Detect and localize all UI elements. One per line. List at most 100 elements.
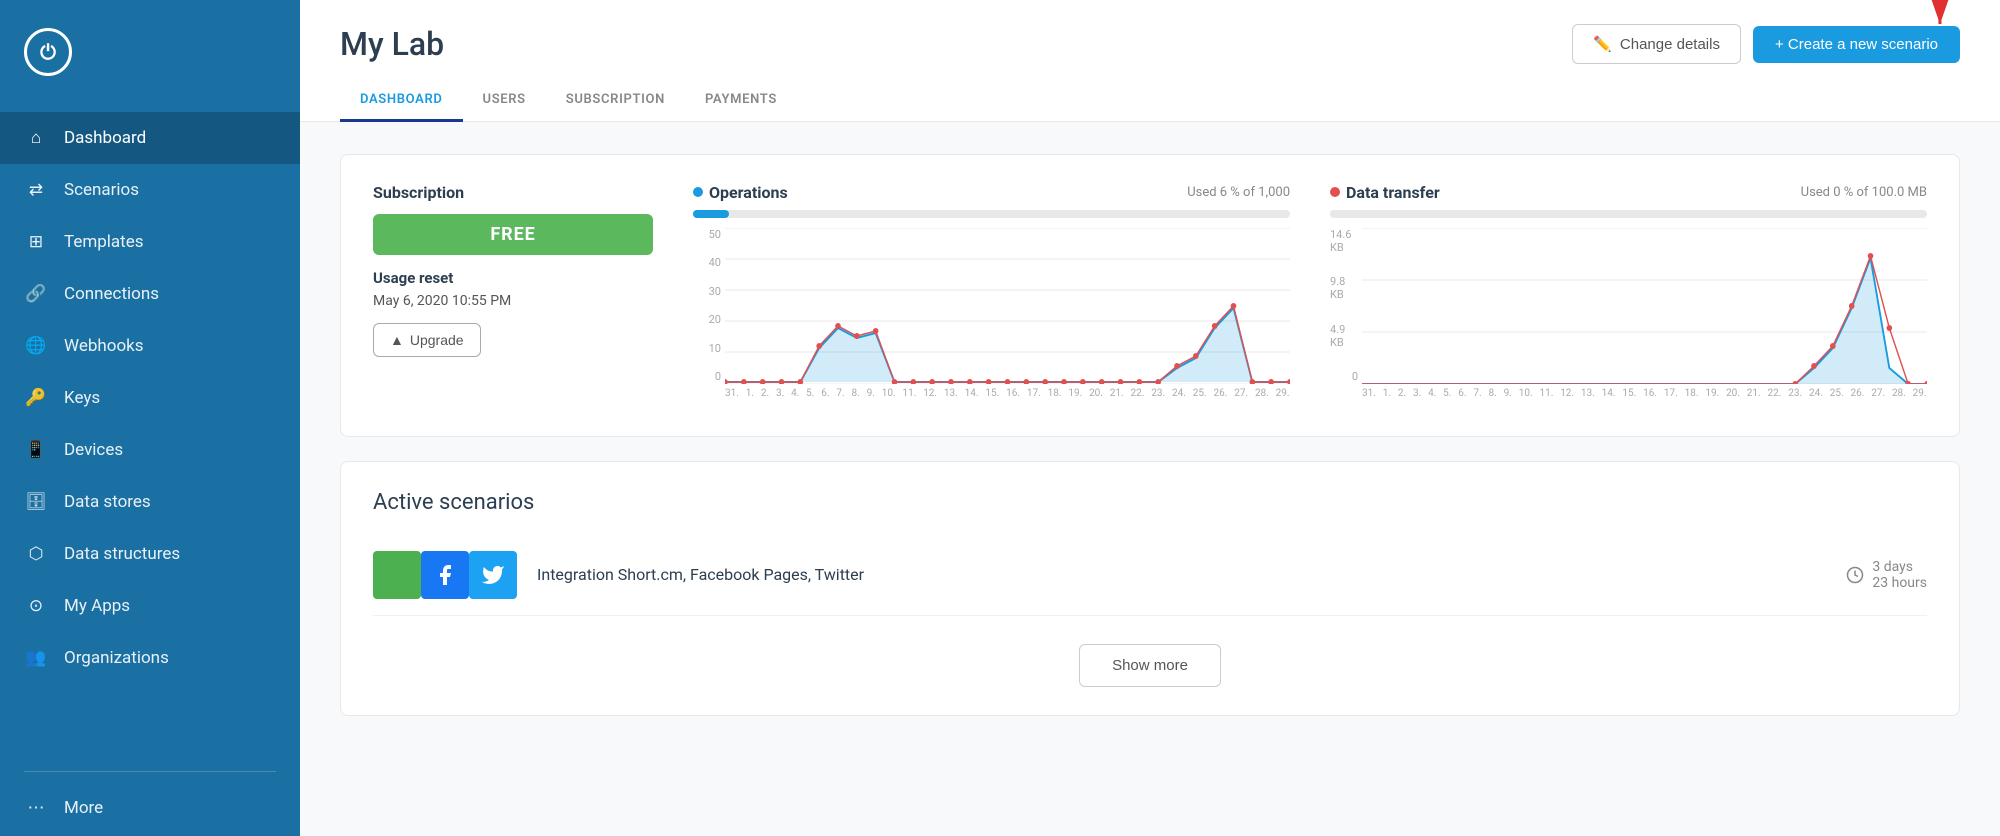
devices-nav-icon: 📱 [24,438,48,462]
tab-users[interactable]: USERS [463,80,546,122]
sidebar-item-label-dashboard: Dashboard [64,128,146,148]
data-transfer-x-labels: 31.1.2.3.4.5.6.7.8.9.10.11.12.13.14.15.1… [1362,388,1927,408]
show-more-wrap: Show more [373,644,1927,687]
operations-progress-fill [693,210,729,218]
more-icon: ⋯ [24,796,48,820]
clock-icon [1846,566,1864,584]
scenario-time-text: 3 days23 hours [1872,559,1927,591]
data-transfer-title-text: Data transfer [1346,183,1440,202]
operations-chart: Operations Used 6 % of 1,000 50 40 30 20… [693,183,1290,408]
sidebar-item-connections[interactable]: 🔗 Connections [0,268,300,320]
sidebar-item-organizations[interactable]: 👥 Organizations [0,632,300,684]
subscription-section: Subscription FREE Usage reset May 6, 202… [340,154,1960,437]
operations-title: Operations [693,183,788,202]
sidebar-item-data-stores[interactable]: 🗄 Data stores [0,476,300,528]
keys-nav-icon: 🔑 [24,386,48,410]
scenarios-nav-icon: ⇄ [24,178,48,202]
app-icon-shortcm [373,551,421,599]
data-transfer-svg-wrap [1362,228,1927,384]
sidebar-item-devices[interactable]: 📱 Devices [0,424,300,476]
operations-svg-wrap [725,228,1290,384]
dashboard-content: Subscription FREE Usage reset May 6, 202… [300,122,2000,836]
usage-reset-date: May 6, 2020 10:55 PM [373,293,653,309]
change-details-label: Change details [1620,36,1720,53]
data-stores-nav-icon: 🗄 [24,490,48,514]
tab-payments[interactable]: PAYMENTS [685,80,797,122]
sidebar-item-my-apps[interactable]: ⊙ My Apps [0,580,300,632]
sidebar-item-label-organizations: Organizations [64,648,169,668]
active-scenarios-title: Active scenarios [373,490,1927,515]
sidebar-item-label-my-apps: My Apps [64,596,130,616]
app-icon-facebook [421,551,469,599]
tab-dashboard[interactable]: DASHBOARD [340,80,463,122]
sidebar-item-scenarios[interactable]: ⇄ Scenarios [0,164,300,216]
header-actions: ✏️ Change details + Create a new scenari… [1572,24,1960,64]
sidebar-item-webhooks[interactable]: 🌐 Webhooks [0,320,300,372]
sidebar-item-templates[interactable]: ⊞Templates [0,216,300,268]
operations-title-text: Operations [709,183,788,202]
data-transfer-svg [1362,228,1927,384]
data-transfer-chart-area: 14.6 KB 9.8 KB 4.9 KB 0 [1330,228,1927,408]
organizations-nav-icon: 👥 [24,646,48,670]
app-icon-twitter [469,551,517,599]
scenario-row: Integration Short.cm, Facebook Pages, Tw… [373,535,1927,616]
usage-reset-label: Usage reset [373,269,653,287]
tab-subscription[interactable]: SUBSCRIPTION [546,80,685,122]
subscription-title: Subscription [373,183,653,202]
app-logo: ⏻ [24,28,72,76]
sidebar-item-label-connections: Connections [64,284,159,304]
main-content: My Lab ✏️ Change details + Create a new … [300,0,2000,836]
data-transfer-y-labels: 14.6 KB 9.8 KB 4.9 KB 0 [1330,228,1358,384]
operations-progress-bar [693,210,1290,218]
show-more-button[interactable]: Show more [1079,644,1221,687]
sidebar: ⏻ ⌂ Dashboard ⇄ Scenarios ⊞Templates 🔗 Connect… [0,0,300,836]
sidebar-item-label-templates: Templates [64,232,144,252]
data-transfer-title: Data transfer [1330,183,1440,202]
sidebar-item-label-data-structures: Data structures [64,544,180,564]
sidebar-item-data-structures[interactable]: ⬡ Data structures [0,528,300,580]
webhooks-nav-icon: 🌐 [24,334,48,358]
sidebar-nav: ⌂ Dashboard ⇄ Scenarios ⊞Templates 🔗 Connectio… [0,104,300,763]
scenario-name: Integration Short.cm, Facebook Pages, Tw… [537,565,1826,584]
connections-nav-icon: 🔗 [24,282,48,306]
more-label: More [64,798,103,818]
data-structures-nav-icon: ⬡ [24,542,48,566]
operations-x-labels: 31.1.2.3.4.5.6.7.8.9.10.11.12.13.14.15.1… [725,388,1290,408]
active-scenarios-section: Active scenarios Integration Short.cm, F… [340,461,1960,716]
logo-icon: ⏻ [40,40,56,64]
edit-icon: ✏️ [1593,35,1612,53]
scenario-time: 3 days23 hours [1846,559,1927,591]
data-transfer-chart: Data transfer Used 0 % of 100.0 MB 14.6 … [1330,183,1927,408]
sidebar-divider [24,771,276,772]
sidebar-item-label-scenarios: Scenarios [64,180,139,200]
operations-dot [693,187,703,197]
operations-used: Used 6 % of 1,000 [1187,185,1290,200]
data-transfer-used: Used 0 % of 100.0 MB [1801,185,1927,200]
sidebar-item-label-webhooks: Webhooks [64,336,144,356]
dashboard-nav-icon: ⌂ [24,126,48,150]
sidebar-more-item[interactable]: ⋯ More [0,780,300,836]
operations-chart-area: 50 40 30 20 10 0 [693,228,1290,408]
upgrade-icon: ▲ [390,332,404,348]
page-title: My Lab [340,25,444,63]
operations-svg [725,228,1290,384]
sidebar-item-label-data-stores: Data stores [64,492,151,512]
sidebar-item-dashboard[interactable]: ⌂ Dashboard [0,112,300,164]
data-transfer-dot [1330,187,1340,197]
free-badge: FREE [373,214,653,255]
sidebar-item-keys[interactable]: 🔑 Keys [0,372,300,424]
data-transfer-progress-bar [1330,210,1927,218]
create-scenario-button[interactable]: + Create a new scenario [1753,26,1960,63]
my-apps-nav-icon: ⊙ [24,594,48,618]
upgrade-label: Upgrade [410,332,464,348]
sidebar-item-label-devices: Devices [64,440,123,460]
create-scenario-label: + Create a new scenario [1775,36,1938,53]
tabs-bar: DASHBOARDUSERSSUBSCRIPTIONPAYMENTS [300,80,2000,122]
change-details-button[interactable]: ✏️ Change details [1572,24,1741,64]
subscription-block: Subscription FREE Usage reset May 6, 202… [373,183,653,408]
upgrade-button[interactable]: ▲ Upgrade [373,323,481,357]
sidebar-item-label-keys: Keys [64,388,100,408]
scenario-app-icons [373,551,517,599]
main-header: My Lab ✏️ Change details + Create a new … [300,0,2000,64]
logo-area: ⏻ [0,0,300,104]
